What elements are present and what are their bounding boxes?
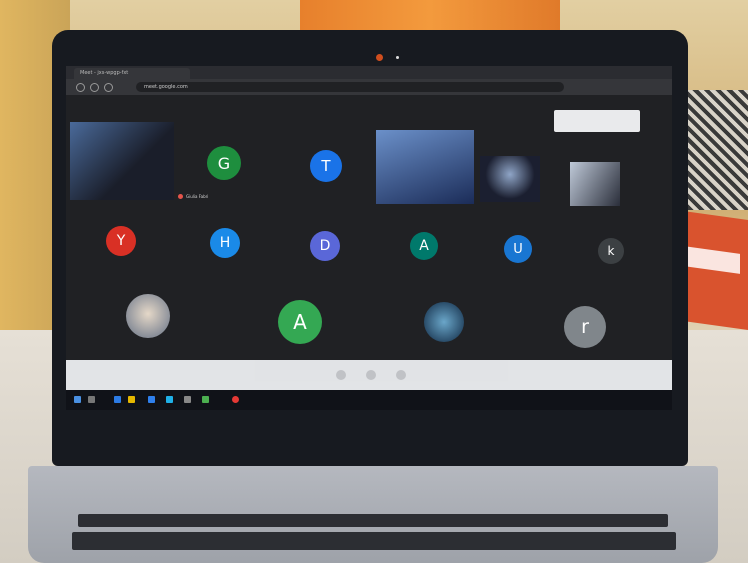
meet-control-bar <box>66 360 672 390</box>
participant-avatar: k <box>598 238 624 264</box>
browser-tab[interactable]: Meet - jxs-wpgp-fxt <box>74 68 190 79</box>
start-icon[interactable] <box>74 396 81 403</box>
folder-icon[interactable] <box>128 396 135 403</box>
mail-icon[interactable] <box>166 396 173 403</box>
participant-avatar: r <box>564 306 606 348</box>
participant-avatar: Y <box>106 226 136 256</box>
pinned-label <box>438 110 548 126</box>
browser-tab-bar: Meet - jxs-wpgp-fxt <box>66 66 672 79</box>
app-icon[interactable] <box>184 396 191 403</box>
webcam-icon <box>376 54 383 61</box>
keyboard-row <box>72 532 676 550</box>
participant-avatar: G <box>207 146 241 180</box>
search-icon[interactable] <box>88 396 95 403</box>
address-bar[interactable]: meet.google.com <box>136 82 564 92</box>
keyboard-row <box>78 514 668 527</box>
meet-controls[interactable] <box>554 110 640 132</box>
participant-video <box>70 122 174 200</box>
participant-video <box>570 162 620 206</box>
patterned-cloth <box>688 90 748 210</box>
participant-photo <box>126 294 170 338</box>
participant-avatar: H <box>210 228 240 258</box>
participant-photo <box>424 302 464 342</box>
participant-avatar: D <box>310 231 340 261</box>
participant-avatar: A <box>410 232 438 260</box>
mic-off-icon <box>178 194 183 199</box>
os-taskbar <box>66 390 672 410</box>
camera-button[interactable] <box>396 370 406 380</box>
participant-avatar: A <box>278 300 322 344</box>
reload-icon[interactable] <box>104 83 113 92</box>
participant-avatar: T <box>310 150 342 182</box>
app-icon[interactable] <box>202 396 209 403</box>
participant-avatar: U <box>504 235 532 263</box>
forward-icon[interactable] <box>90 83 99 92</box>
chrome-icon[interactable] <box>232 396 239 403</box>
laptop-base <box>28 466 718 563</box>
participant-name: Giulia Fabri <box>178 194 208 199</box>
address-bar-row: meet.google.com <box>66 79 672 95</box>
end-call-button[interactable] <box>366 370 376 380</box>
back-icon[interactable] <box>76 83 85 92</box>
participant-video <box>376 130 474 204</box>
mic-button[interactable] <box>336 370 346 380</box>
edge-icon[interactable] <box>114 396 121 403</box>
camera-sensor <box>396 56 399 59</box>
laptop-screen: Meet - jxs-wpgp-fxt meet.google.com G Gi… <box>66 66 672 410</box>
participant-video <box>480 156 540 202</box>
store-icon[interactable] <box>148 396 155 403</box>
